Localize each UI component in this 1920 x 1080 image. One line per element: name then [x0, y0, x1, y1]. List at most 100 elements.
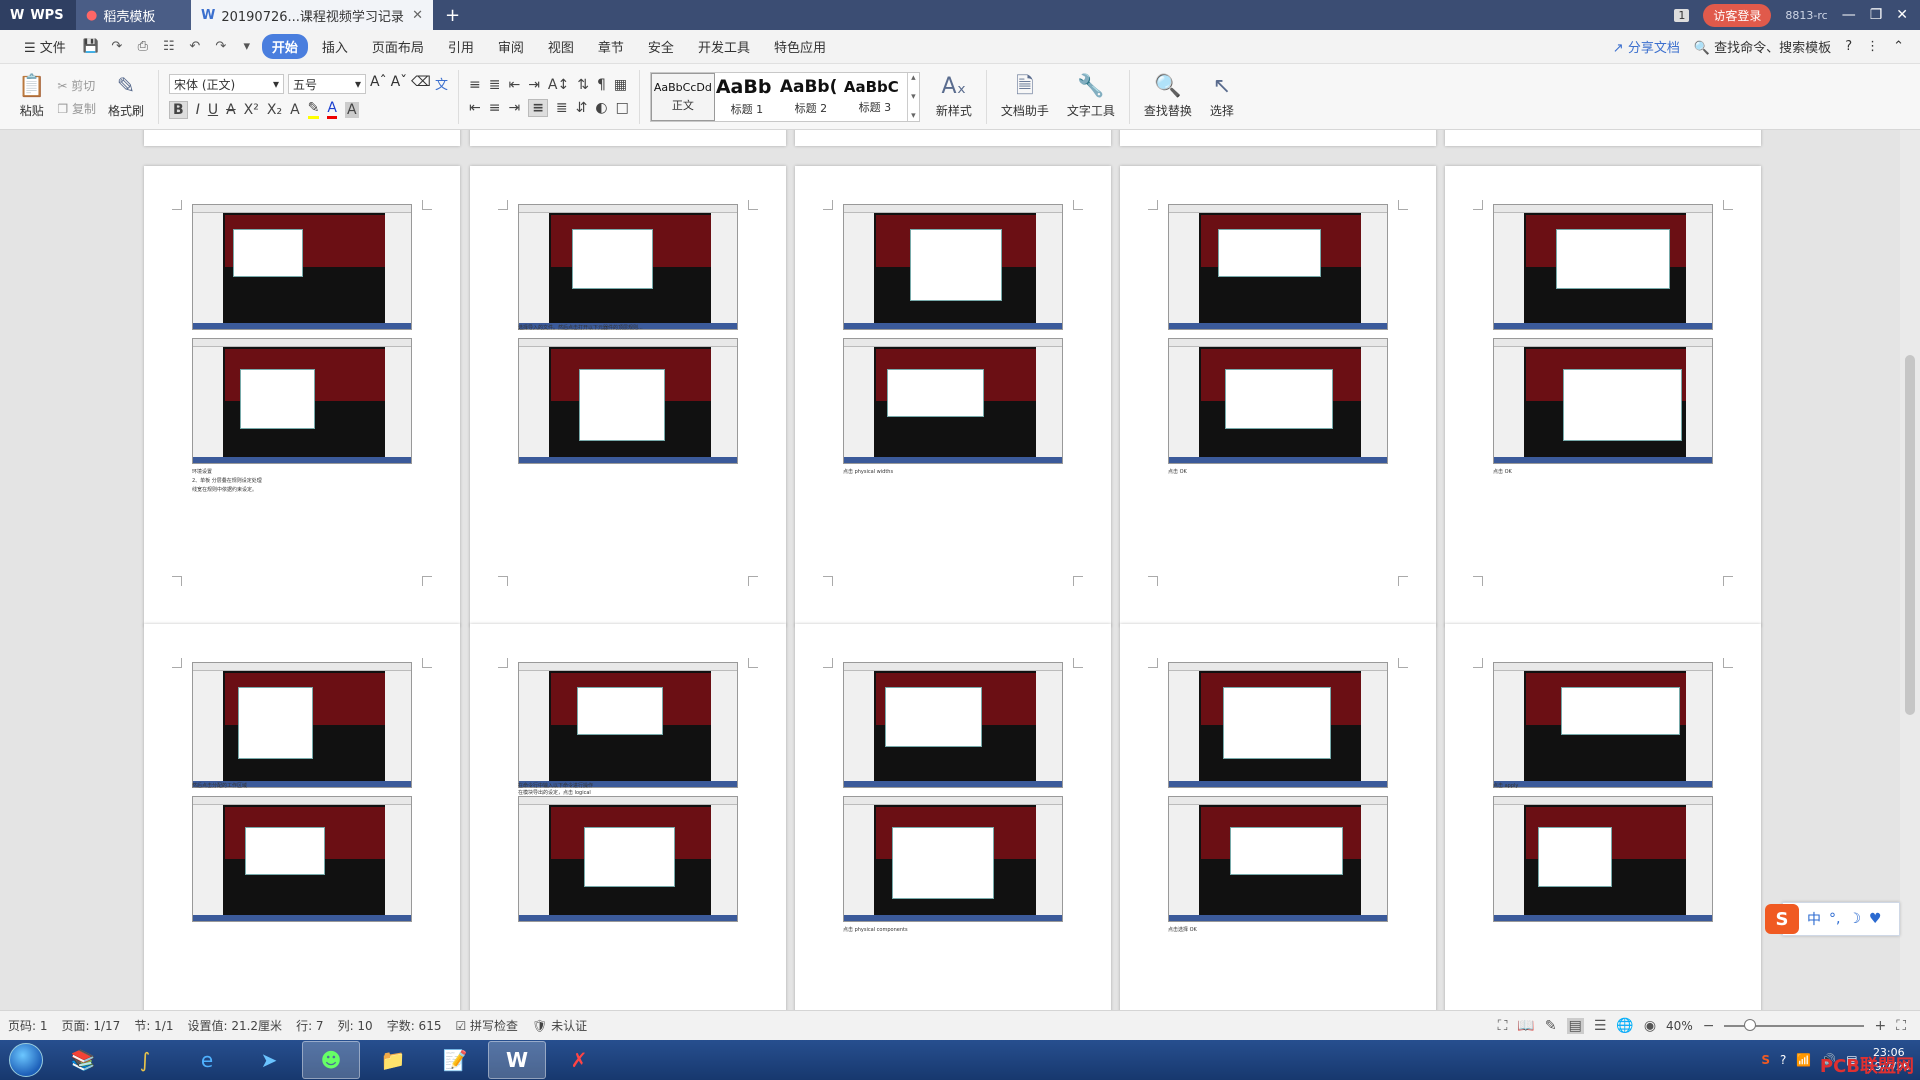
page-thumbnail[interactable]: 环境设置 2、单板 分层叠在规则设定处理 线宽在规则中依据约束设定。 — [144, 166, 460, 626]
search-command-button[interactable]: 🔍 查找命令、搜索模板 — [1694, 37, 1831, 56]
page-count-badge[interactable]: 1 — [1674, 8, 1690, 22]
page-thumbnail[interactable]: 在命令行中输入以下命令进行操作 在模块导出的设定，点击 logical — [470, 624, 786, 1010]
tab-special[interactable]: 特色应用 — [764, 34, 836, 59]
embedded-screenshot[interactable] — [518, 796, 738, 922]
style-heading-2[interactable]: AaBb( 标题 2 — [779, 73, 843, 121]
auth-status[interactable]: 🛡 未认证 — [532, 1017, 587, 1034]
sort-icon[interactable]: ⇅ — [577, 77, 589, 93]
wps-home-tab[interactable]: W WPS — [0, 0, 76, 30]
zoom-in-icon[interactable]: + — [1874, 1018, 1886, 1034]
text-tools-button[interactable]: 🔧 文字工具 — [1063, 74, 1119, 119]
embedded-screenshot[interactable] — [1168, 796, 1388, 922]
embedded-screenshot[interactable] — [192, 662, 412, 788]
taskbar-app-books[interactable]: 📚 — [54, 1041, 112, 1079]
print-icon[interactable]: ⎙ — [132, 39, 154, 54]
change-case-icon[interactable]: A↕ — [548, 77, 569, 93]
page-thumbnail[interactable] — [470, 130, 786, 146]
embedded-screenshot[interactable] — [1493, 338, 1713, 464]
embedded-screenshot[interactable] — [843, 796, 1063, 922]
tab-developer[interactable]: 开发工具 — [688, 34, 760, 59]
bold-button[interactable]: B — [169, 100, 188, 119]
line-spacing-icon[interactable]: ⇵ — [576, 100, 588, 116]
embedded-screenshot[interactable] — [1493, 662, 1713, 788]
embedded-screenshot[interactable] — [518, 338, 738, 464]
zoom-slider[interactable] — [1724, 1018, 1865, 1031]
tab-review[interactable]: 审阅 — [488, 34, 534, 59]
embedded-screenshot[interactable] — [843, 662, 1063, 788]
new-style-button[interactable]: Aₓ 新样式 — [932, 74, 976, 119]
show-marks-icon[interactable]: ¶ — [597, 77, 606, 93]
style-heading-1[interactable]: AaBb 标题 1 — [715, 73, 779, 121]
tab-close-icon[interactable]: ✕ — [412, 8, 423, 23]
align-center-icon[interactable]: ≡ — [489, 100, 501, 116]
page-thumbnail[interactable] — [1120, 130, 1436, 146]
taskbar-app-ie[interactable]: e — [178, 1041, 236, 1079]
help-icon[interactable]: ? — [1845, 39, 1852, 54]
page-thumbnail[interactable]: 选择导入的文件。然后点击打开以下元器件的顶层规则... — [470, 166, 786, 626]
share-document-button[interactable]: ↗ 分享文档 — [1613, 37, 1680, 56]
new-tab-button[interactable]: + — [433, 0, 472, 30]
status-section[interactable]: 节: 1/1 — [134, 1017, 173, 1034]
border-icon[interactable]: □ — [616, 100, 629, 116]
increase-indent-icon[interactable]: ⇥ — [528, 77, 540, 93]
phonetic-icon[interactable]: 文 — [435, 74, 448, 94]
embedded-screenshot[interactable] — [1493, 796, 1713, 922]
page-thumbnail[interactable]: 点击 OK — [1445, 166, 1761, 626]
embedded-screenshot[interactable] — [843, 338, 1063, 464]
align-left-icon[interactable]: ⇤ — [469, 100, 481, 116]
status-row[interactable]: 行: 7 — [296, 1017, 324, 1034]
style-heading-3[interactable]: AaBbC 标题 3 — [843, 73, 907, 121]
ime-shirt-icon[interactable]: ♥ — [1869, 911, 1882, 927]
numbered-list-icon[interactable]: ≣ — [489, 77, 501, 93]
scrollbar-thumb[interactable] — [1905, 355, 1915, 715]
text-effect-button[interactable]: A — [290, 102, 300, 118]
page-thumbnail[interactable]: 然后点击分配的工作区域 — [144, 624, 460, 1010]
tab-page-layout[interactable]: 页面布局 — [362, 34, 434, 59]
embedded-screenshot[interactable] — [1168, 338, 1388, 464]
fit-window-icon[interactable]: ⛶ — [1896, 1018, 1906, 1034]
taskbar-app-notes[interactable]: 📝 — [426, 1041, 484, 1079]
tab-security[interactable]: 安全 — [638, 34, 684, 59]
file-menu[interactable]: ☰ 文件 — [14, 34, 76, 59]
taskbar-app-pcb[interactable]: ✗ — [550, 1041, 608, 1079]
decrease-indent-icon[interactable]: ⇤ — [508, 77, 520, 93]
start-button[interactable] — [0, 1040, 52, 1080]
subscript-button[interactable]: X₂ — [267, 102, 282, 118]
taskbar-app-wps[interactable]: W — [488, 1041, 546, 1079]
taskbar-app-messenger[interactable]: ➤ — [240, 1041, 298, 1079]
find-replace-button[interactable]: 🔍 查找替换 — [1140, 74, 1196, 119]
tab-daoke-template[interactable]: ● 稻壳模板 — [76, 0, 191, 30]
shading-icon[interactable]: ◐ — [595, 100, 607, 116]
eye-protection-icon[interactable]: ◉ — [1644, 1018, 1656, 1034]
spell-check-button[interactable]: ☑ 拼写检查 — [455, 1017, 518, 1034]
embedded-screenshot[interactable] — [192, 338, 412, 464]
minimize-icon[interactable]: — — [1842, 7, 1856, 23]
superscript-button[interactable]: X² — [244, 102, 259, 118]
document-area[interactable]: 环境设置 2、单板 分层叠在规则设定处理 线宽在规则中依据约束设定。 选择导入的文件。… — [0, 130, 1900, 1010]
embedded-screenshot[interactable] — [843, 204, 1063, 330]
grow-font-icon[interactable]: Aˆ — [370, 74, 387, 94]
distribute-icon[interactable]: ≣ — [556, 100, 568, 116]
ime-mode[interactable]: 中 — [1807, 909, 1821, 929]
ime-toolbar[interactable]: S 中 °, ☽ ♥ — [1765, 902, 1900, 936]
collapse-ribbon-icon[interactable]: ⌃ — [1893, 39, 1904, 54]
tab-references[interactable]: 引用 — [438, 34, 484, 59]
font-size-select[interactable]: 五号 ▾ — [288, 74, 367, 94]
zoom-level[interactable]: 40% — [1666, 1019, 1693, 1033]
justify-icon[interactable]: ≡ — [528, 98, 548, 117]
highlight-button[interactable]: ✎ — [307, 100, 320, 119]
cut-button[interactable]: ✂ 剪切 — [57, 77, 96, 94]
taskbar-app-wechat[interactable]: ☻ — [302, 1041, 360, 1079]
font-name-select[interactable]: 宋体 (正文) ▾ — [169, 74, 285, 94]
sogou-tray-icon[interactable]: S — [1761, 1053, 1770, 1067]
print-preview-icon[interactable]: ☷ — [158, 39, 180, 54]
more-options-icon[interactable]: ⋮ — [1866, 39, 1879, 54]
zoom-slider-knob[interactable] — [1744, 1018, 1757, 1031]
style-gallery-scroll[interactable]: ▴ ▾ ▾ — [906, 72, 919, 121]
tab-home[interactable]: 开始 — [261, 34, 308, 59]
page-thumbnail[interactable]: 点击选择 OK — [1120, 624, 1436, 1010]
embedded-screenshot[interactable] — [1168, 662, 1388, 788]
help-tray-icon[interactable]: ? — [1780, 1053, 1786, 1067]
copy-button[interactable]: ❐ 复制 — [57, 100, 96, 117]
page-thumbnail[interactable] — [1445, 130, 1761, 146]
